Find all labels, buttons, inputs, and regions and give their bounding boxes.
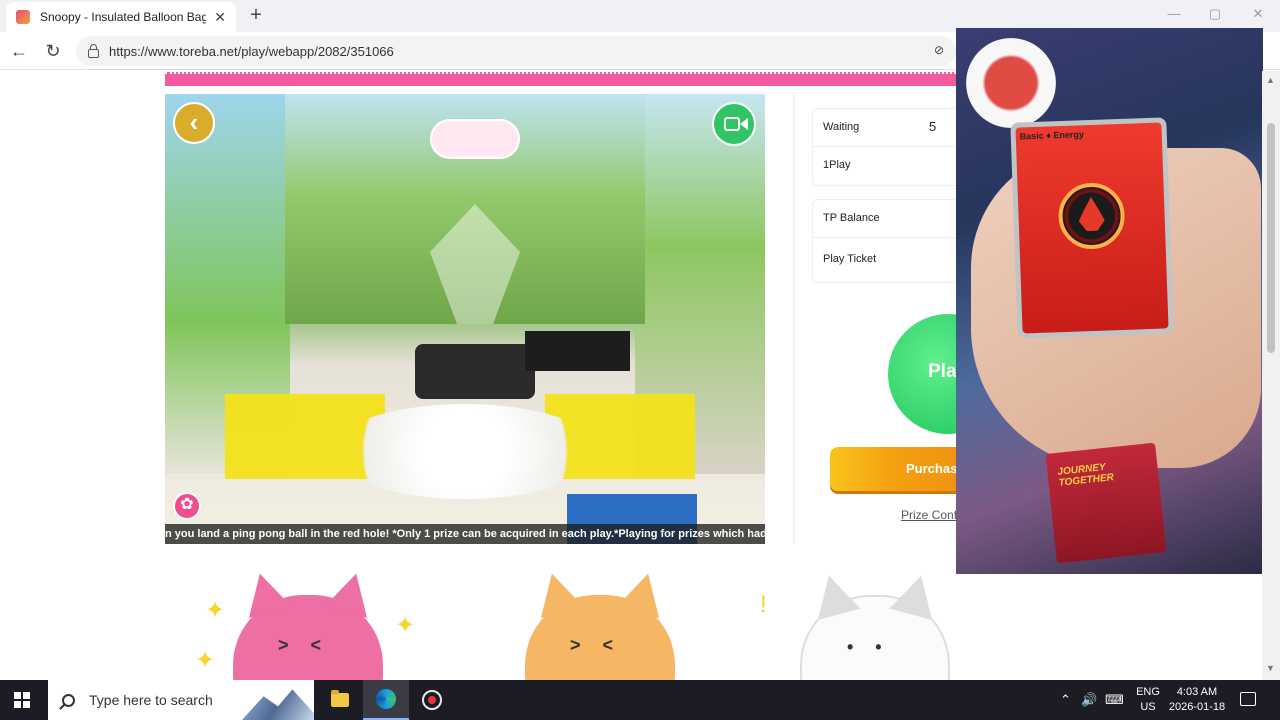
sparkle-icon: ✦ (205, 597, 226, 624)
energy-card: Basic ♦ Energy (1010, 117, 1174, 339)
header-stripe (165, 72, 960, 86)
back-chevron-icon[interactable]: ‹ (173, 102, 215, 144)
white-cat-illustration: •• (800, 595, 950, 680)
pokeball-decoration (966, 38, 1056, 128)
screen-recorder-icon[interactable] (409, 680, 455, 720)
back-arrow-icon[interactable]: ← (8, 40, 30, 62)
waiting-label: Waiting (823, 121, 860, 133)
taskbar-search-input[interactable]: Type here to search (48, 680, 314, 720)
address-bar[interactable]: https://www.toreba.net/play/webapp/2082/… (76, 36, 956, 66)
sparkle-icon: ✦ (195, 647, 216, 674)
waiting-row: Waiting 5 (813, 109, 961, 147)
crane-game-video: ‹ ✿ n you land a ping pong ball in the r… (165, 94, 765, 544)
edge-browser-icon[interactable] (363, 680, 409, 720)
tp-balance-row: TP Balance (813, 200, 961, 238)
windows-taskbar: Type here to search ⌃ 🔊 ⌨ ENG US 4:03 AM… (0, 680, 1280, 720)
tab-title: Snoopy - Insulated Balloon Bag S (40, 10, 207, 24)
queue-info-box: Waiting 5 1Play (812, 108, 962, 186)
exclamation-icon: ! (760, 591, 767, 618)
picture-in-picture-camera[interactable]: Basic ♦ Energy JOURNEY TOGETHER (956, 28, 1263, 574)
machine-sign (430, 119, 520, 159)
panel-divider (793, 94, 795, 544)
reload-icon[interactable]: ↻ (42, 40, 64, 62)
ball-tray (415, 344, 535, 399)
lang-region: US (1140, 701, 1156, 713)
search-icon (62, 693, 75, 707)
orange-cat-illustration: >< (525, 595, 675, 680)
camera-switch-icon[interactable] (712, 102, 756, 146)
oneplay-row: 1Play (813, 147, 961, 185)
page-scrollbar[interactable]: ▲ ▼ (1262, 71, 1280, 680)
minimize-window-button[interactable]: — (1164, 6, 1184, 21)
clock-date: 2026-01-18 (1168, 701, 1226, 713)
ping-pong-balls (330, 404, 600, 499)
oneplay-label: 1Play (823, 159, 851, 171)
pack-label: JOURNEY TOGETHER (1056, 461, 1115, 489)
play-ticket-label: Play Ticket (823, 253, 877, 265)
play-ticket-row: Play Ticket (813, 238, 961, 282)
windows-start-icon[interactable] (14, 692, 30, 708)
card-title: Basic ♦ Energy (1019, 129, 1085, 142)
search-placeholder: Type here to search (89, 692, 213, 708)
input-language-indicator[interactable]: ENG US (1133, 685, 1163, 715)
close-window-button[interactable]: ✕ (1248, 6, 1268, 22)
balance-info-box: TP Balance Play Ticket (812, 199, 962, 283)
search-highlight-art (242, 689, 314, 720)
clock-time: 4:03 AM (1176, 686, 1218, 698)
booster-packs: JOURNEY TOGETHER (1045, 442, 1167, 564)
volume-icon[interactable]: 🔊 (1081, 692, 1097, 708)
notification-center-icon[interactable] (1240, 692, 1256, 706)
browser-tab[interactable]: Snoopy - Insulated Balloon Bag S ✕ (6, 2, 236, 32)
scroll-down-icon[interactable]: ▼ (1266, 663, 1275, 673)
keyboard-icon[interactable]: ⌨ (1105, 692, 1124, 708)
url-text: https://www.toreba.net/play/webapp/2082/… (109, 43, 394, 59)
prize-confirmation-link[interactable]: Prize Confi (901, 508, 960, 522)
toreba-favicon-icon (16, 10, 30, 24)
new-tab-button[interactable]: + (244, 4, 268, 28)
cat-banner: ✦ ✦ ✦ >< >< •• ! (165, 571, 1102, 680)
tray-chevron-icon[interactable]: ⌃ (1060, 692, 1071, 708)
tracking-prevention-icon[interactable]: ⊘ (934, 43, 944, 57)
close-tab-icon[interactable]: ✕ (214, 9, 226, 26)
tp-balance-label: TP Balance (823, 212, 880, 224)
settings-gear-icon[interactable]: ✿ (173, 492, 201, 520)
waiting-count: 5 (929, 119, 937, 134)
machine-dark-panel (525, 331, 630, 371)
pink-cat-illustration: >< (233, 595, 383, 680)
file-explorer-icon[interactable] (317, 680, 363, 720)
taskbar-clock[interactable]: 4:03 AM 2026-01-18 (1165, 685, 1229, 715)
scroll-up-icon[interactable]: ▲ (1266, 75, 1275, 85)
notice-ticker: n you land a ping pong ball in the red h… (165, 524, 765, 544)
maximize-window-button[interactable]: ▢ (1205, 6, 1225, 22)
lang-code: ENG (1136, 686, 1160, 698)
site-info-icon[interactable] (88, 43, 99, 58)
card-face: Basic ♦ Energy (1015, 122, 1169, 334)
sparkle-icon: ✦ (395, 612, 416, 639)
fire-energy-icon (1057, 181, 1126, 251)
scroll-thumb[interactable] (1267, 123, 1275, 353)
